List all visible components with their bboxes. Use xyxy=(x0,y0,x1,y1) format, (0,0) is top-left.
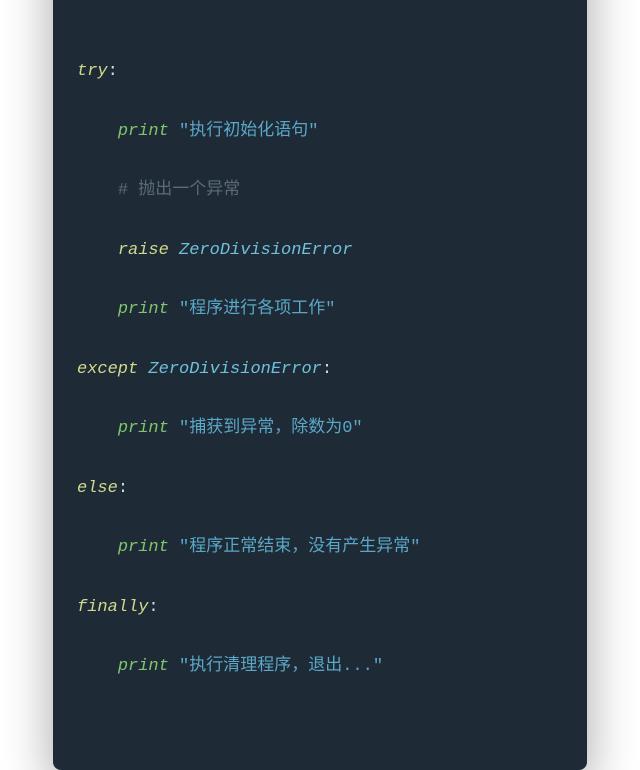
builtin-print: print xyxy=(118,657,169,676)
code-line: except ZeroDivisionError: xyxy=(77,355,563,385)
keyword-else: else xyxy=(77,479,118,498)
keyword-try: try xyxy=(77,62,108,81)
code-line: finally: xyxy=(77,593,563,623)
string-literal: "程序正常结束，没有产生异常" xyxy=(179,538,420,557)
exception-name: ZeroDivisionError xyxy=(148,360,321,379)
code-line: print "程序进行各项工作" xyxy=(77,295,563,325)
code-line: # 抛出一个异常 xyxy=(77,176,563,206)
code-line: raise ZeroDivisionError xyxy=(77,236,563,266)
exception-name: ZeroDivisionError xyxy=(179,241,352,260)
colon: : xyxy=(322,360,332,379)
colon: : xyxy=(148,598,158,617)
string-literal: "程序进行各项工作" xyxy=(179,300,335,319)
keyword-except: except xyxy=(77,360,138,379)
blank-line xyxy=(77,0,563,28)
string-literal: "执行清理程序，退出..." xyxy=(179,657,383,676)
builtin-print: print xyxy=(118,122,169,141)
colon: : xyxy=(118,479,128,498)
string-literal: "执行初始化语句" xyxy=(179,122,318,141)
string-literal: "捕获到异常，除数为0" xyxy=(179,419,363,438)
builtin-print: print xyxy=(118,419,169,438)
builtin-print: print xyxy=(118,538,169,557)
code-block: # -*- coding: UTF-8 -*- try: print "执行初始… xyxy=(53,0,587,742)
keyword-finally: finally xyxy=(77,598,148,617)
code-window: # -*- coding: UTF-8 -*- try: print "执行初始… xyxy=(53,0,587,770)
builtin-print: print xyxy=(118,300,169,319)
code-line: print "程序正常结束，没有产生异常" xyxy=(77,533,563,563)
code-line: print "捕获到异常，除数为0" xyxy=(77,414,563,444)
comment: # 抛出一个异常 xyxy=(118,181,240,200)
code-line: try: xyxy=(77,57,563,87)
code-line: print "执行清理程序，退出..." xyxy=(77,652,563,682)
code-line: else: xyxy=(77,474,563,504)
keyword-raise: raise xyxy=(118,241,169,260)
colon: : xyxy=(108,62,118,81)
code-line: print "执行初始化语句" xyxy=(77,117,563,147)
